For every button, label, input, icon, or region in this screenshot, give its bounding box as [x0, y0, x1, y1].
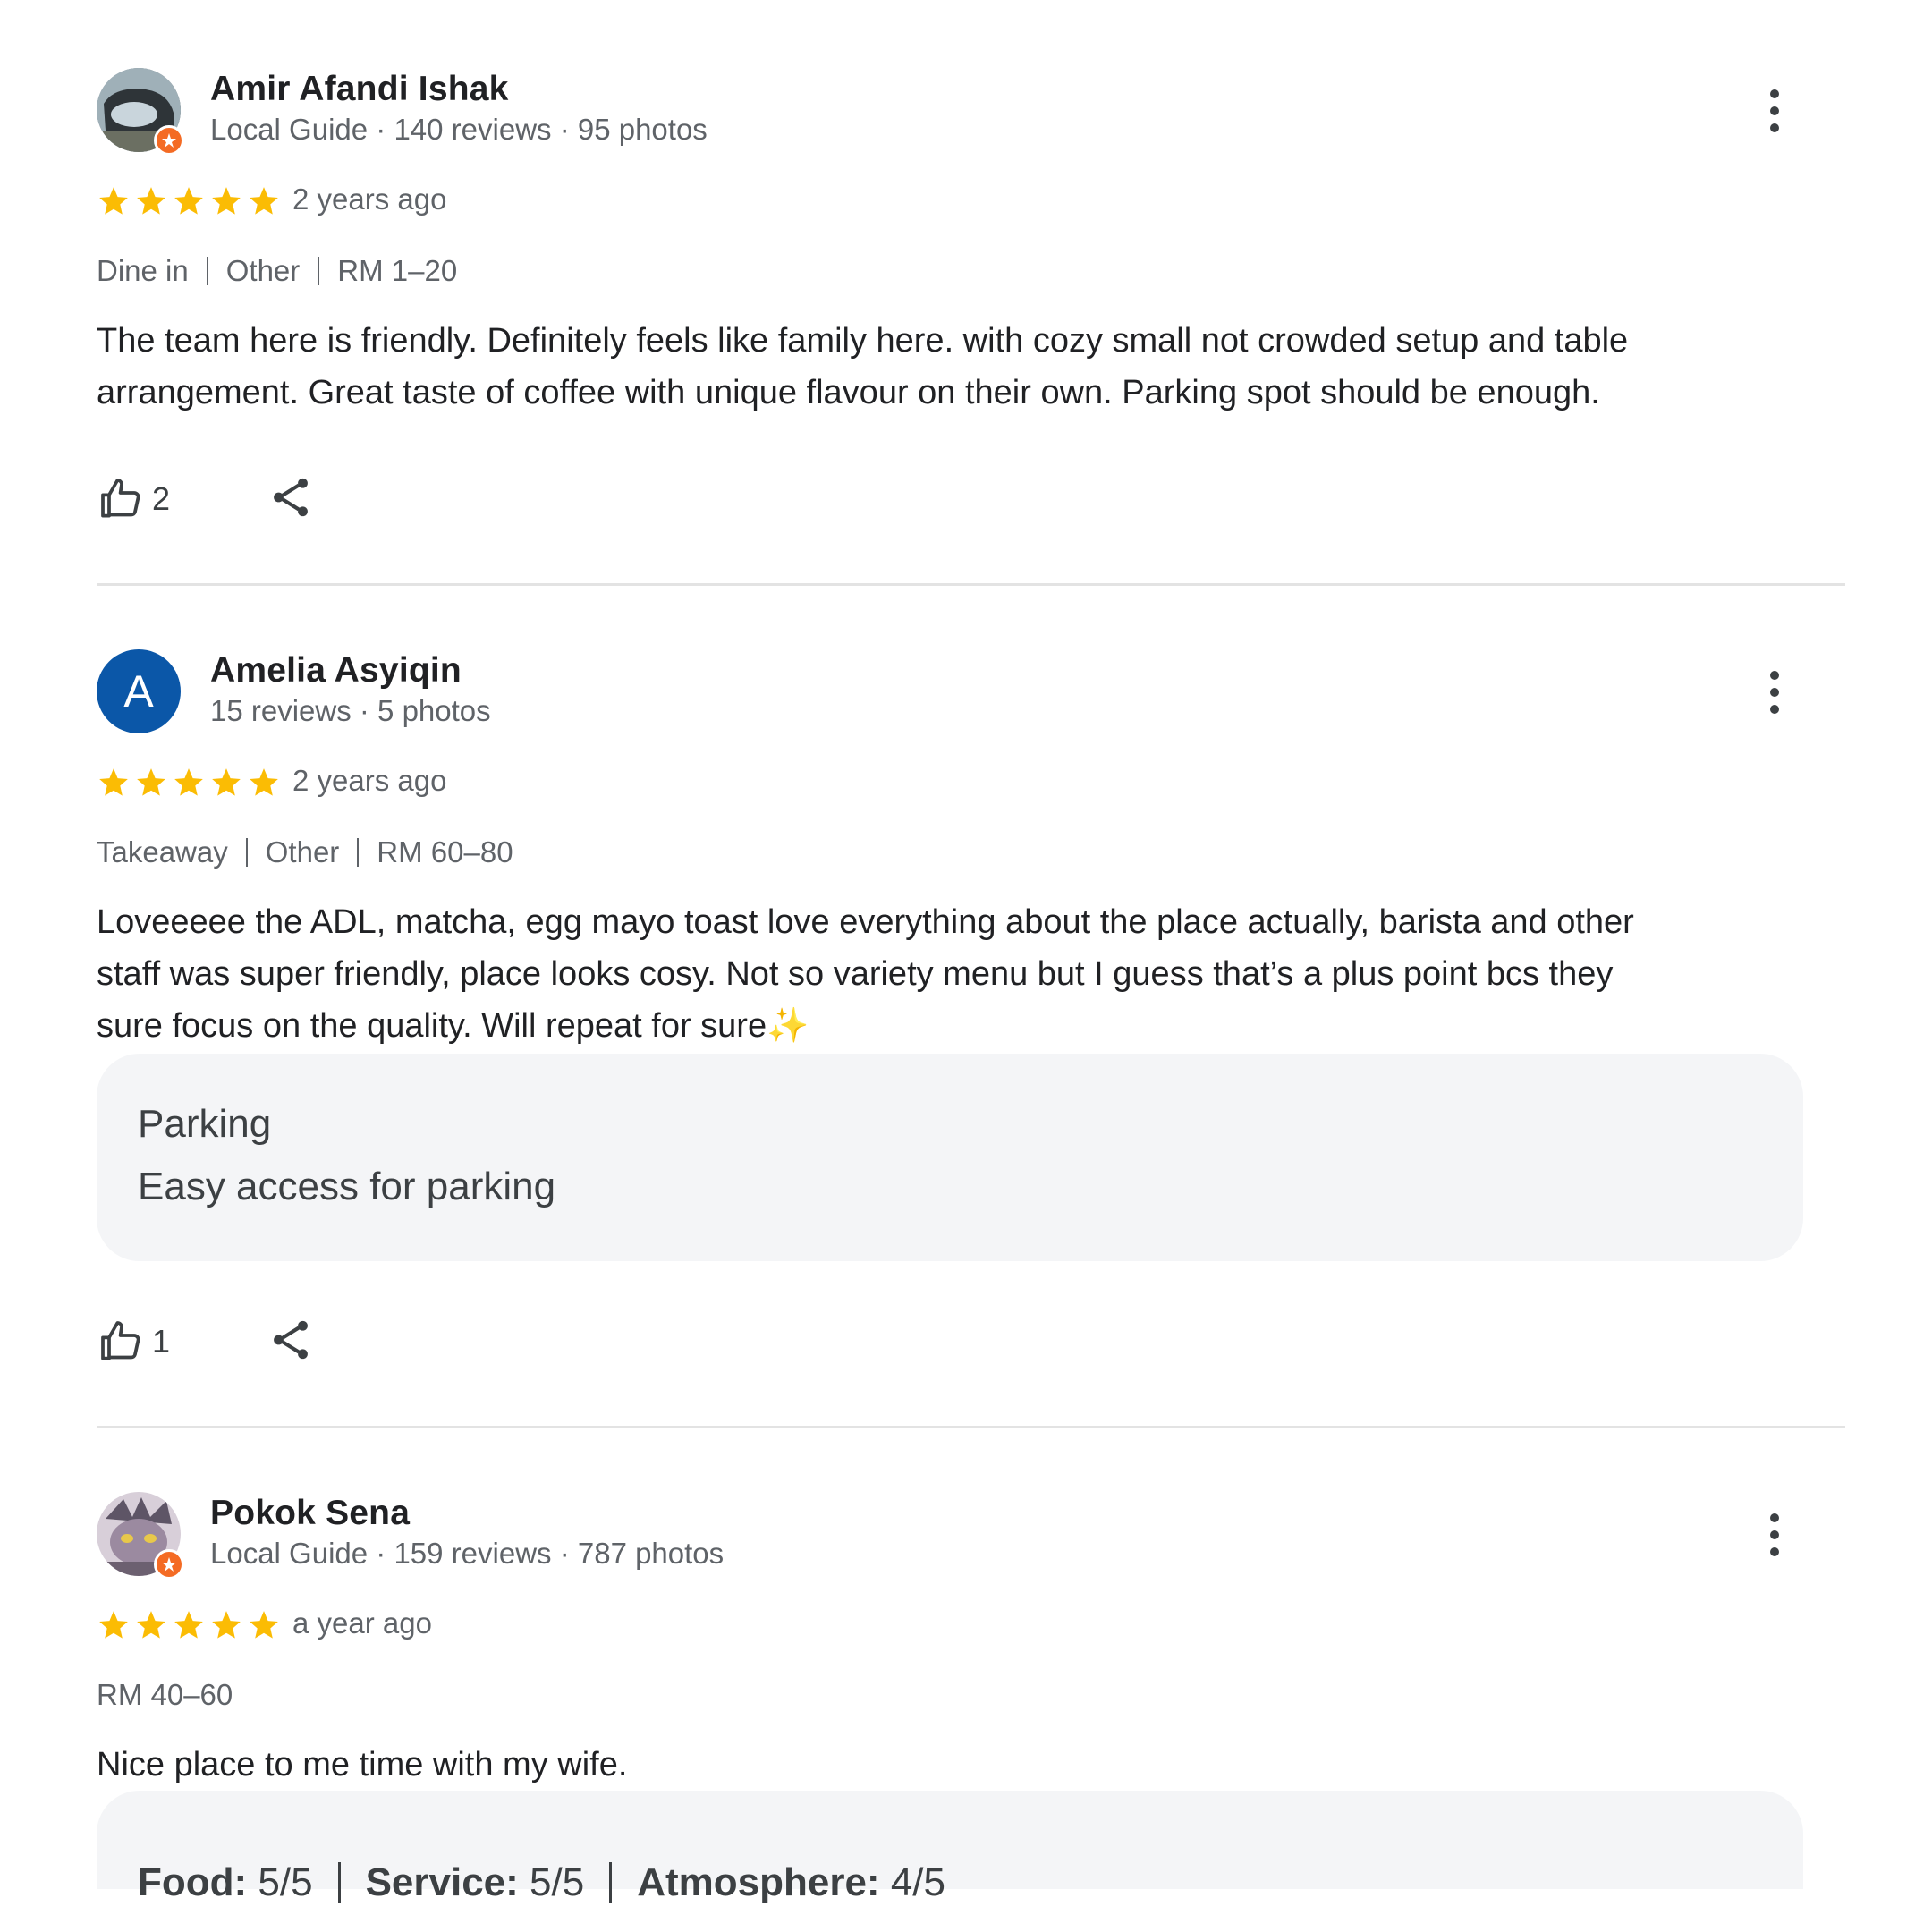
- like-button[interactable]: 1: [97, 1317, 170, 1367]
- reviewer-meta: Local Guide · 159 reviews · 787 photos: [210, 1537, 724, 1570]
- reviewer-name[interactable]: Pokok Sena: [210, 1494, 410, 1533]
- reviewer-name[interactable]: Amir Afandi Ishak: [210, 70, 509, 109]
- tag-service: Dine in: [97, 254, 189, 287]
- dot-icon: [1770, 688, 1779, 697]
- review-tags: Dine in Other RM 1–20: [97, 254, 457, 288]
- rating-atmosphere-value: 4/5: [890, 1860, 945, 1904]
- rating-atmosphere-label: Atmosphere:: [637, 1860, 880, 1904]
- tag-price: RM 40–60: [97, 1678, 233, 1711]
- star-icon: [212, 187, 241, 215]
- like-count: 2: [152, 480, 171, 517]
- star-icon: [174, 187, 203, 215]
- review-attribute-box: Parking Easy access for parking: [97, 1054, 1803, 1261]
- star-icon: [212, 1611, 241, 1639]
- star-icon: [99, 187, 128, 215]
- review-text-line: sure focus on the quality. Will repeat f…: [97, 1007, 809, 1045]
- review-tags: RM 40–60: [97, 1678, 233, 1712]
- tag-meal: Other: [225, 254, 301, 287]
- dot-icon: [1770, 1513, 1779, 1522]
- star-icon: [212, 768, 241, 796]
- star-rating: [97, 1608, 281, 1642]
- tag-service: Takeaway: [97, 835, 228, 869]
- dot-icon: [1770, 123, 1779, 132]
- rating-separator: [609, 1862, 613, 1903]
- like-button[interactable]: 2: [97, 474, 170, 524]
- tag-meal: Other: [265, 835, 340, 869]
- review-actions: 1: [97, 1317, 308, 1367]
- local-guide-badge-icon: [154, 1549, 184, 1580]
- star-icon: [137, 1611, 165, 1639]
- thumbs-up-icon: [101, 1321, 140, 1360]
- tag-separator: [357, 838, 360, 867]
- review-text: The team here is friendly. Definitely fe…: [97, 315, 1823, 419]
- tag-separator: [206, 257, 208, 285]
- thumbs-up-icon: [101, 479, 140, 518]
- review-text-line: Loveeeee the ADL, matcha, egg mayo toast…: [97, 903, 1634, 941]
- avatar-letter: A: [97, 649, 181, 733]
- star-icon: [250, 187, 278, 215]
- share-icon: [274, 478, 308, 516]
- star-icon: [99, 1611, 128, 1639]
- review-date: 2 years ago: [292, 764, 447, 797]
- share-button[interactable]: [267, 473, 315, 526]
- local-guide-badge-icon: [154, 125, 184, 156]
- more-options-button[interactable]: [1753, 1508, 1796, 1562]
- star-icon: [250, 1611, 278, 1639]
- review-text-line: arrangement. Great taste of coffee with …: [97, 374, 1600, 411]
- sub-ratings: Food: 5/5 Service: 5/5 Atmosphere: 4/5: [138, 1860, 945, 1905]
- review-tags: Takeaway Other RM 60–80: [97, 835, 513, 869]
- dot-icon: [1770, 1530, 1779, 1539]
- dot-icon: [1770, 89, 1779, 98]
- star-icon: [174, 1611, 203, 1639]
- more-options-button[interactable]: [1753, 665, 1796, 719]
- star-rating: [97, 184, 281, 218]
- reviewer-avatar[interactable]: A: [97, 649, 181, 733]
- star-icon: [250, 768, 278, 796]
- tag-price: RM 60–80: [377, 835, 513, 869]
- review-text-line: The team here is friendly. Definitely fe…: [97, 322, 1629, 360]
- like-count: 1: [152, 1323, 171, 1360]
- star-icon: [137, 187, 165, 215]
- star-icon: [99, 768, 128, 796]
- reviewer-meta: 15 reviews · 5 photos: [210, 694, 491, 727]
- review-divider: [97, 583, 1845, 586]
- rating-service-label: Service:: [365, 1860, 519, 1904]
- review-text: Nice place to me time with my wife.: [97, 1739, 1823, 1791]
- review-divider: [97, 1426, 1845, 1428]
- review-actions: 2: [97, 474, 308, 524]
- share-icon: [274, 1320, 308, 1359]
- rating-service-value: 5/5: [530, 1860, 585, 1904]
- reviewer-avatar[interactable]: [97, 1492, 184, 1580]
- attribute-title: Parking: [138, 1102, 272, 1146]
- share-button[interactable]: [267, 1316, 315, 1368]
- tag-price: RM 1–20: [337, 254, 458, 287]
- dot-icon: [1770, 705, 1779, 714]
- star-rating: [97, 766, 281, 800]
- attribute-value: Easy access for parking: [138, 1165, 556, 1208]
- reviewer-name[interactable]: Amelia Asyiqin: [210, 651, 462, 691]
- tag-separator: [318, 257, 320, 285]
- dot-icon: [1770, 671, 1779, 680]
- review-text-line: staff was super friendly, place looks co…: [97, 955, 1614, 993]
- dot-icon: [1770, 1547, 1779, 1556]
- rating-separator: [337, 1862, 341, 1903]
- star-icon: [137, 768, 165, 796]
- rating-food-value: 5/5: [258, 1860, 313, 1904]
- review-text: Loveeeee the ADL, matcha, egg mayo toast…: [97, 896, 1823, 1052]
- review-ratings-box: Food: 5/5 Service: 5/5 Atmosphere: 4/5: [97, 1791, 1803, 1904]
- dot-icon: [1770, 106, 1779, 115]
- reviewer-avatar[interactable]: [97, 68, 184, 156]
- tag-separator: [245, 838, 248, 867]
- review-text-line: Nice place to me time with my wife.: [97, 1746, 628, 1784]
- rating-food-label: Food:: [138, 1860, 248, 1904]
- reviewer-meta: Local Guide · 140 reviews · 95 photos: [210, 113, 708, 146]
- review-date: 2 years ago: [292, 182, 447, 216]
- more-options-button[interactable]: [1753, 84, 1796, 138]
- star-icon: [174, 768, 203, 796]
- review-date: a year ago: [292, 1606, 432, 1640]
